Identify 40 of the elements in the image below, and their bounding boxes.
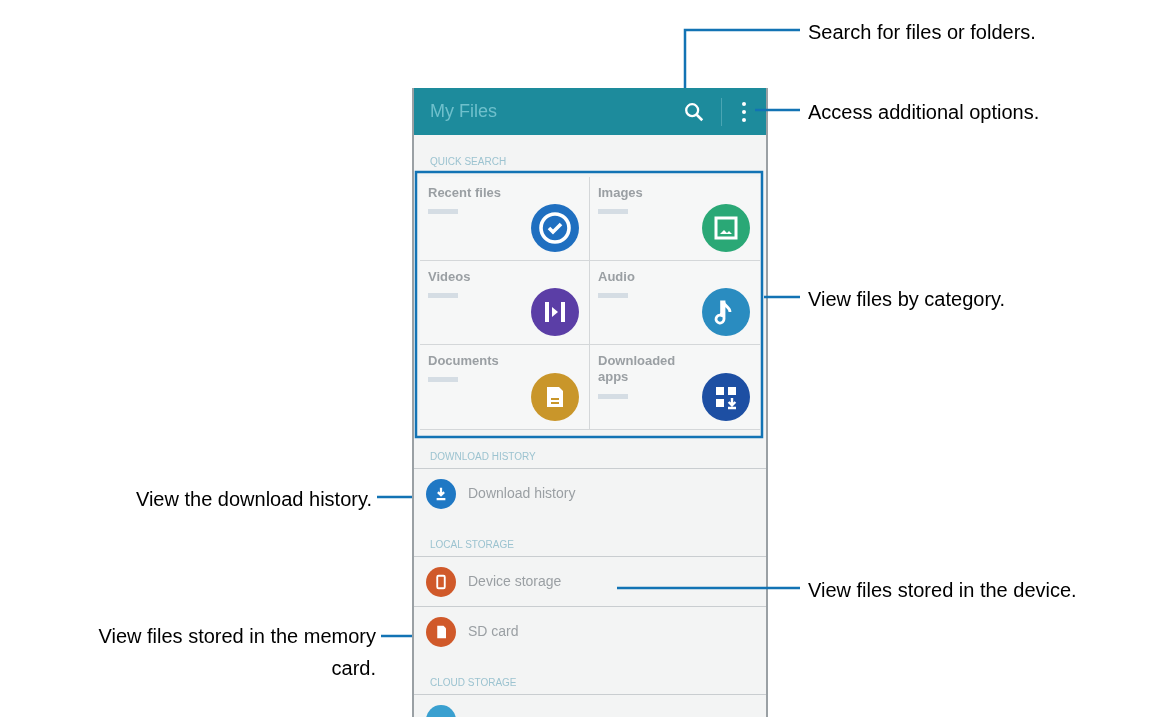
app-title: My Files (430, 100, 498, 123)
blurred-count (598, 293, 628, 299)
category-tile[interactable]: Audio (590, 261, 760, 345)
category-tile[interactable]: Videos (420, 261, 590, 345)
category-label: Recent files (428, 185, 502, 202)
category-label: Audio (598, 269, 636, 286)
callout-text: View files by category. (808, 287, 1006, 312)
blurred-count (598, 393, 628, 399)
category-tile[interactable]: Documents (420, 345, 590, 429)
storage-row[interactable]: Device storage (414, 556, 766, 606)
category-label: Videos (428, 269, 472, 286)
storage-row[interactable]: SD card (414, 606, 766, 656)
category-label: Downloaded apps (598, 353, 677, 386)
callout-text: View files stored in the memory card. (97, 624, 376, 681)
section-header: QUICK SEARCH (429, 155, 508, 169)
category-tile[interactable]: Images (590, 177, 760, 261)
blurred-count (428, 209, 458, 215)
blurred-count (428, 377, 458, 383)
category-tile[interactable]: Recent files (420, 177, 590, 261)
row-label: SD card (468, 622, 519, 641)
callout-text: Search for files or folders. (808, 20, 1036, 45)
storage-row[interactable]: Download history (414, 468, 766, 518)
category-label: Images (598, 185, 644, 202)
row-label: Device storage (468, 572, 562, 591)
row-label: Download history (468, 484, 576, 503)
blurred-count (598, 209, 628, 215)
leader-line (381, 634, 412, 638)
blurred-count (428, 293, 458, 299)
callout-text: View files stored in the device. (808, 578, 1077, 603)
leader-line (764, 295, 800, 299)
callout-text: Access additional options. (808, 100, 1040, 125)
category-tile[interactable]: Downloaded apps (590, 345, 760, 429)
section-header: DOWNLOAD HISTORY (429, 450, 537, 464)
section-header: CLOUD STORAGE (429, 676, 518, 690)
leader-line (755, 108, 800, 112)
search-icon (683, 100, 705, 123)
leader-line (377, 495, 412, 499)
category-label: Documents (428, 353, 500, 370)
callout-text: View the download history. (135, 487, 372, 512)
section-header: LOCAL STORAGE (429, 538, 515, 552)
